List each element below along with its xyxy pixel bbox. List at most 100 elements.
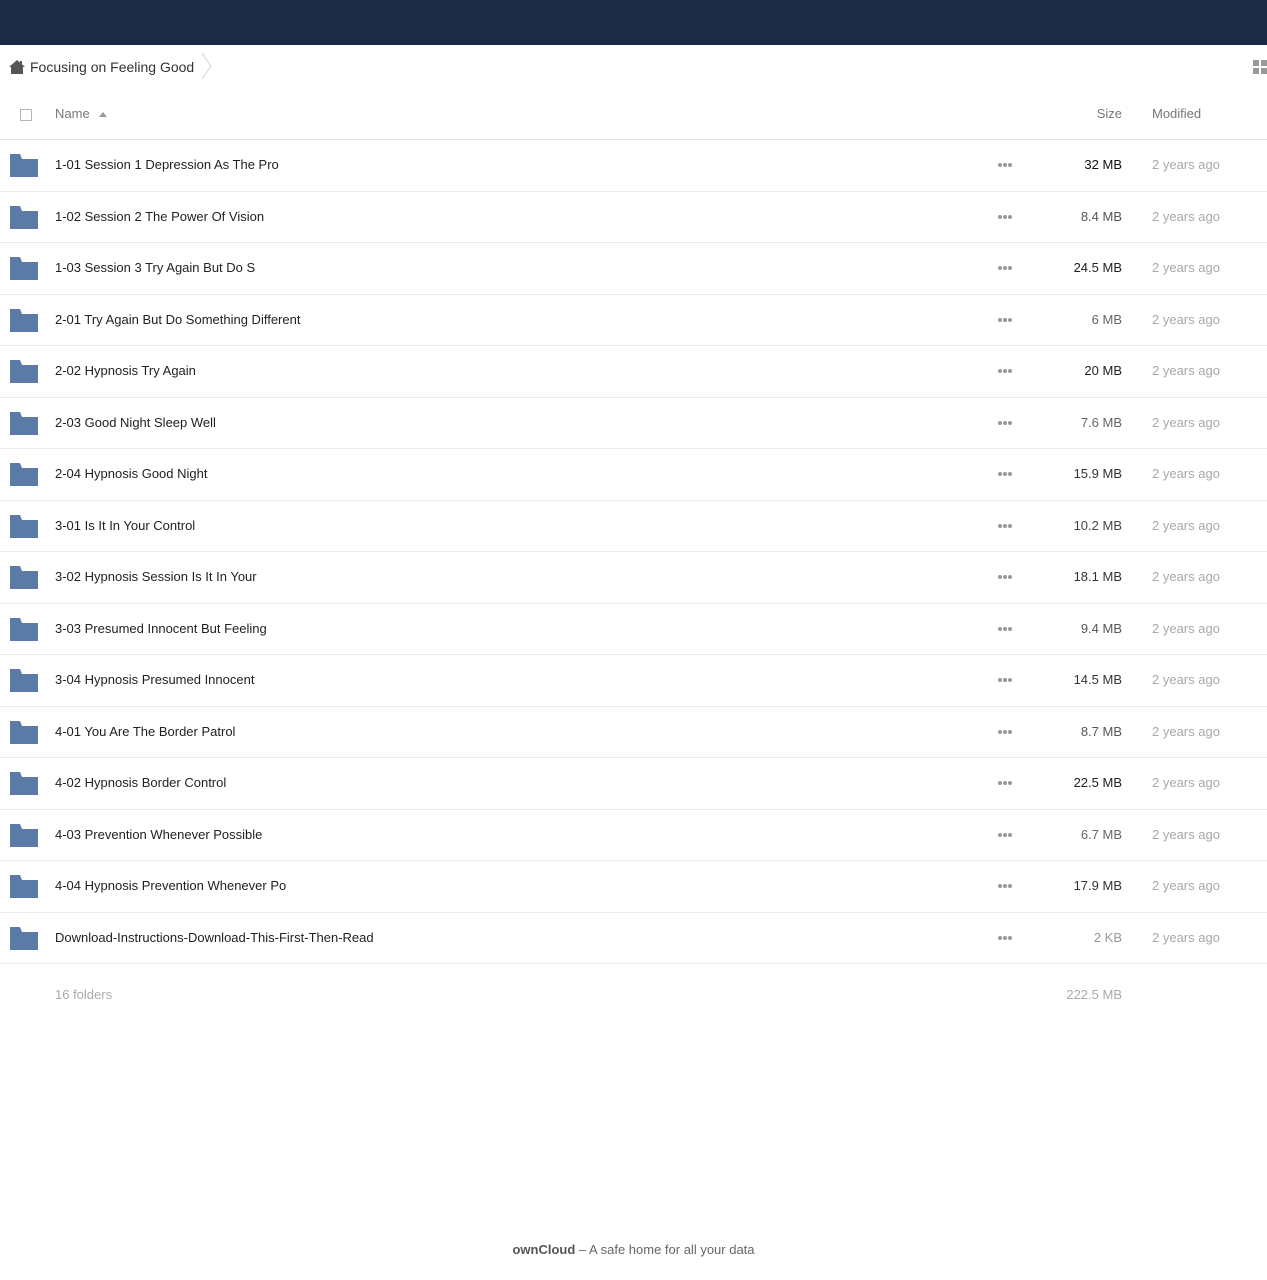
file-modified: 2 years ago xyxy=(1152,826,1220,842)
file-modified: 2 years ago xyxy=(1152,672,1220,687)
folder-icon xyxy=(10,926,38,950)
footer: ownCloud – A safe home for all your data xyxy=(0,1242,1267,1257)
file-modified: 2 years ago xyxy=(1152,363,1220,378)
folder-icon xyxy=(10,360,38,383)
file-list-header: Name Size Modified xyxy=(0,89,1267,140)
file-name[interactable]: 4-03 Prevention Whenever Possible xyxy=(55,827,262,842)
more-actions-icon[interactable] xyxy=(997,523,1013,529)
file-name[interactable]: 2-04 Hypnosis Good Night xyxy=(55,466,207,481)
file-modified: 2 years ago xyxy=(1152,620,1220,636)
more-actions-icon[interactable] xyxy=(997,162,1013,168)
home-icon[interactable] xyxy=(8,59,26,75)
more-actions-icon[interactable] xyxy=(997,832,1013,838)
file-name[interactable]: 1-01 Session 1 Depression As The Pro xyxy=(55,157,279,172)
sort-ascending-icon[interactable] xyxy=(99,112,107,117)
file-name[interactable]: Download-Instructions-Download-This-Firs… xyxy=(55,930,374,945)
folder-icon xyxy=(10,772,38,795)
footer-tagline: – A safe home for all your data xyxy=(575,1242,755,1257)
grid-view-icon[interactable] xyxy=(1253,60,1267,74)
file-size: 6 MB xyxy=(1091,311,1122,327)
more-actions-icon[interactable] xyxy=(997,317,1013,323)
folder-icon xyxy=(10,875,38,898)
column-modified-header[interactable]: Modified xyxy=(1152,106,1201,121)
file-row[interactable]: 3-01 Is It In Your Control 10.2 MB 2 yea… xyxy=(0,501,1267,552)
file-row[interactable]: 3-02 Hypnosis Session Is It In Your 18.1… xyxy=(0,552,1267,604)
file-name[interactable]: 2-01 Try Again But Do Something Differen… xyxy=(55,312,300,327)
file-size: 22.5 MB xyxy=(1073,775,1122,790)
file-name[interactable]: 4-01 You Are The Border Patrol xyxy=(55,724,235,739)
file-row[interactable]: 2-02 Hypnosis Try Again 20 MB 2 years ag… xyxy=(0,346,1267,398)
file-size: 10.2 MB xyxy=(1073,517,1122,533)
file-row[interactable]: 3-04 Hypnosis Presumed Innocent 14.5 MB … xyxy=(0,655,1267,707)
file-modified: 2 years ago xyxy=(1152,569,1220,584)
footer-brand[interactable]: ownCloud xyxy=(512,1242,575,1257)
file-row[interactable]: 1-02 Session 2 The Power Of Vision 8.4 M… xyxy=(0,192,1267,243)
select-all-checkbox[interactable] xyxy=(20,109,32,121)
more-actions-icon[interactable] xyxy=(997,883,1013,889)
file-row[interactable]: 1-01 Session 1 Depression As The Pro 32 … xyxy=(0,140,1267,192)
file-size: 7.6 MB xyxy=(1080,414,1122,430)
file-size: 32 MB xyxy=(1084,157,1122,172)
folder-count-summary: 16 folders xyxy=(55,987,113,1002)
file-modified: 2 years ago xyxy=(1152,517,1220,533)
file-size: 2 KB xyxy=(1093,929,1122,945)
file-modified: 2 years ago xyxy=(1152,723,1220,739)
file-name[interactable]: 3-02 Hypnosis Session Is It In Your xyxy=(55,569,257,584)
file-row[interactable]: 1-03 Session 3 Try Again But Do S 24.5 M… xyxy=(0,243,1267,295)
folder-icon xyxy=(10,720,38,744)
folder-icon xyxy=(10,566,38,589)
file-row[interactable]: 3-03 Presumed Innocent But Feeling 9.4 M… xyxy=(0,604,1267,655)
file-row[interactable]: Download-Instructions-Download-This-Firs… xyxy=(0,913,1267,964)
file-name[interactable]: 3-03 Presumed Innocent But Feeling xyxy=(55,621,267,636)
column-name-header[interactable]: Name xyxy=(55,106,90,121)
file-row[interactable]: 2-01 Try Again But Do Something Differen… xyxy=(0,295,1267,346)
more-actions-icon[interactable] xyxy=(997,677,1013,683)
more-actions-icon[interactable] xyxy=(997,780,1013,786)
folder-icon xyxy=(10,154,38,177)
more-actions-icon[interactable] xyxy=(997,214,1013,220)
file-name[interactable]: 3-01 Is It In Your Control xyxy=(55,518,195,533)
file-modified: 2 years ago xyxy=(1152,208,1220,224)
file-modified: 2 years ago xyxy=(1152,157,1220,172)
file-row[interactable]: 2-04 Hypnosis Good Night 15.9 MB 2 years… xyxy=(0,449,1267,501)
file-modified: 2 years ago xyxy=(1152,775,1220,790)
more-actions-icon[interactable] xyxy=(997,729,1013,735)
more-actions-icon[interactable] xyxy=(997,420,1013,426)
file-row[interactable]: 4-04 Hypnosis Prevention Whenever Po 17.… xyxy=(0,861,1267,913)
more-actions-icon[interactable] xyxy=(997,265,1013,271)
file-size: 24.5 MB xyxy=(1073,260,1122,275)
file-modified: 2 years ago xyxy=(1152,311,1220,327)
folder-icon xyxy=(10,411,38,435)
total-size-summary: 222.5 MB xyxy=(1066,987,1122,1002)
more-actions-icon[interactable] xyxy=(997,368,1013,374)
file-row[interactable]: 4-01 You Are The Border Patrol 8.7 MB 2 … xyxy=(0,707,1267,758)
file-row[interactable]: 4-02 Hypnosis Border Control 22.5 MB 2 y… xyxy=(0,758,1267,810)
breadcrumb-bar: Focusing on Feeling Good xyxy=(0,45,1267,89)
file-size: 20 MB xyxy=(1084,363,1122,378)
file-name[interactable]: 2-02 Hypnosis Try Again xyxy=(55,363,196,378)
file-size: 17.9 MB xyxy=(1073,878,1122,893)
file-modified: 2 years ago xyxy=(1152,466,1220,481)
file-row[interactable]: 4-03 Prevention Whenever Possible 6.7 MB… xyxy=(0,810,1267,861)
breadcrumb-current[interactable]: Focusing on Feeling Good xyxy=(30,59,194,76)
file-size: 8.4 MB xyxy=(1080,208,1122,224)
file-name[interactable]: 4-02 Hypnosis Border Control xyxy=(55,775,226,790)
file-name[interactable]: 3-04 Hypnosis Presumed Innocent xyxy=(55,672,254,687)
file-size: 8.7 MB xyxy=(1080,723,1122,739)
more-actions-icon[interactable] xyxy=(997,574,1013,580)
top-bar xyxy=(0,0,1267,45)
file-size: 18.1 MB xyxy=(1073,569,1122,584)
file-modified: 2 years ago xyxy=(1152,878,1220,893)
file-name[interactable]: 1-02 Session 2 The Power Of Vision xyxy=(55,209,264,224)
file-name[interactable]: 4-04 Hypnosis Prevention Whenever Po xyxy=(55,878,286,893)
file-size: 15.9 MB xyxy=(1073,466,1122,481)
file-name[interactable]: 1-03 Session 3 Try Again But Do S xyxy=(55,260,255,275)
more-actions-icon[interactable] xyxy=(997,935,1013,941)
file-row[interactable]: 2-03 Good Night Sleep Well 7.6 MB 2 year… xyxy=(0,398,1267,449)
more-actions-icon[interactable] xyxy=(997,626,1013,632)
column-size-header[interactable]: Size xyxy=(1097,106,1122,121)
file-list: 1-01 Session 1 Depression As The Pro 32 … xyxy=(0,140,1267,964)
file-modified: 2 years ago xyxy=(1152,929,1220,945)
file-name[interactable]: 2-03 Good Night Sleep Well xyxy=(55,415,216,430)
more-actions-icon[interactable] xyxy=(997,471,1013,477)
